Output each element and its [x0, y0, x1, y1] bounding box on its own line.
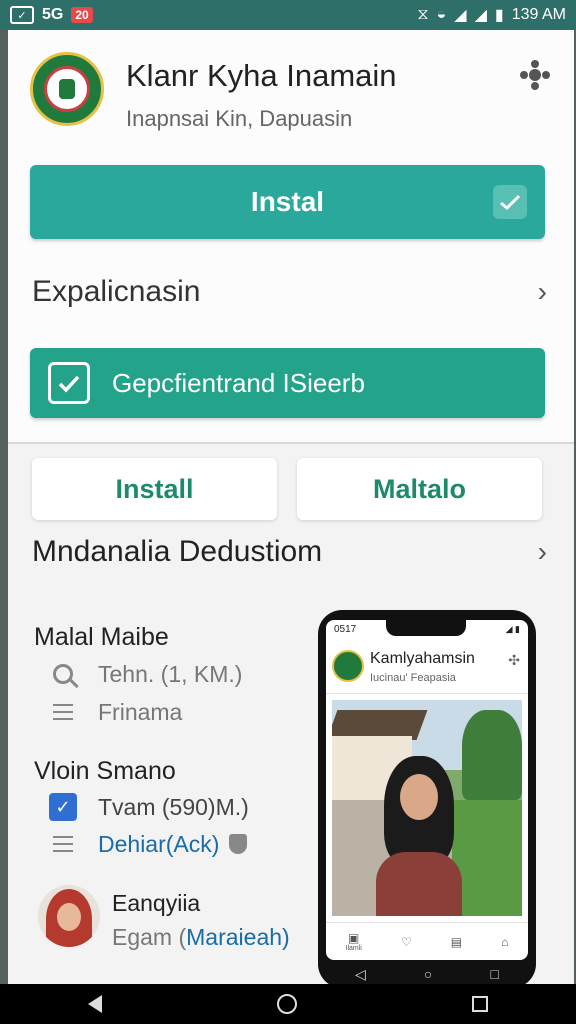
- device-bezel-left: [0, 30, 8, 984]
- profile-sub-prefix: Egam (: [112, 924, 187, 950]
- phone-home-icon: ○: [423, 966, 433, 982]
- check-icon: [493, 185, 527, 219]
- signal-icon: ◢: [454, 7, 467, 24]
- list-item-label: Frinama: [98, 698, 183, 725]
- home-icon[interactable]: [276, 994, 297, 1014]
- group2-heading: Vloin Smano: [34, 757, 176, 785]
- notification-badge: 20: [71, 7, 93, 23]
- notification-icon: ✓: [10, 6, 34, 24]
- app-header-card: Klanr Kyha Inamain Inapnsai Kin, Dapuasi…: [8, 30, 574, 442]
- phone-photo: [332, 700, 522, 916]
- checkbox-icon: [48, 362, 90, 404]
- phone-app-subtitle: Iucinau' Feapasia: [370, 672, 456, 684]
- list-item[interactable]: ✓ Tvam (590)M.): [48, 793, 249, 821]
- list-item[interactable]: Dehiar(Ack): [48, 830, 248, 858]
- phone-nav-trash-icon: ⌂: [501, 934, 509, 949]
- phone-recent-icon: □: [490, 966, 499, 982]
- app-title: Klanr Kyha Inamain: [126, 58, 397, 93]
- phone-app-logo: [332, 650, 364, 682]
- list-icon: [48, 698, 78, 726]
- profile-sub-link[interactable]: Maraieah): [186, 924, 290, 950]
- phone-nav-doc-icon: ▤: [450, 934, 463, 949]
- chevron-right-icon: ›: [537, 276, 547, 307]
- list-item[interactable]: Tehn. (1, KM.): [48, 660, 242, 688]
- section-title: Mndanalia Dedustiom: [32, 535, 323, 568]
- app-screen: Klanr Kyha Inamain Inapnsai Kin, Dapuasi…: [8, 30, 574, 984]
- phone-clock: 0517: [334, 623, 357, 635]
- list-item-label: Tehn. (1, KM.): [98, 660, 243, 687]
- app-logo: [30, 52, 104, 126]
- chevron-right-icon: ›: [537, 536, 547, 567]
- list-item-label: Tvam (590)M.): [98, 793, 249, 820]
- install-primary-button[interactable]: Instal: [30, 165, 545, 239]
- list-item[interactable]: Frinama: [48, 698, 182, 726]
- back-icon[interactable]: [87, 995, 102, 1013]
- search-icon: [48, 660, 78, 688]
- app-subtitle: Inapnsai Kin, Dapuasin: [126, 106, 353, 131]
- explanation-row[interactable]: Expalicnasin ›: [32, 262, 547, 322]
- phone-signal-icon: ◢ ▮: [505, 623, 520, 634]
- person-figure: [376, 756, 462, 916]
- wifi-icon: ◒: [436, 6, 447, 23]
- avatar[interactable]: [38, 885, 100, 947]
- install-button[interactable]: Install: [32, 458, 277, 520]
- logo-emblem-icon: [44, 66, 90, 112]
- app-header: Klanr Kyha Inamain Inapnsai Kin, Dapuasi…: [8, 30, 574, 162]
- profile-subtitle: Egam (Maraieah): [112, 924, 290, 951]
- profile-name: Eanqyiia: [112, 890, 201, 916]
- shield-icon: [229, 834, 248, 854]
- phone-preview-screen: 0517 ◢ ▮ Kamlyahamsin Iucinau' Feapasia …: [326, 620, 528, 960]
- phone-system-nav: ◁ ○ □: [326, 960, 528, 984]
- phone-nav-home-icon: ▣ Ilamli: [345, 931, 362, 952]
- phone-puzzle-icon: ✣: [508, 652, 520, 668]
- battery-icon: ▮: [494, 7, 504, 24]
- system-nav-bar: [0, 984, 576, 1024]
- phone-app-header: Kamlyahamsin Iucinau' Feapasia ✣: [326, 638, 528, 694]
- secondary-label: Maltalo: [372, 473, 466, 504]
- phone-nav-label: Ilamli: [345, 945, 362, 952]
- confirm-checkbox-button[interactable]: Gepcfientrand ISieerb: [30, 348, 545, 418]
- group1-heading: Malal Maibe: [34, 623, 169, 651]
- phone-back-icon: ◁: [355, 965, 366, 982]
- section-divider: [8, 442, 574, 444]
- phone-notch: [386, 620, 466, 636]
- confirm-label: Gepcfientrand ISieerb: [112, 367, 365, 398]
- phone-bottom-nav: ▣ Ilamli ♡ ▤ ⌂: [326, 922, 528, 960]
- signal-icon-2: ◢: [474, 7, 487, 24]
- list-item-link: Dehiar(Ack): [98, 830, 220, 857]
- phone-nav-heart-icon: ♡: [400, 934, 412, 949]
- vibrate-icon: ⧖: [417, 6, 429, 23]
- puzzle-icon[interactable]: [518, 58, 552, 92]
- install-label: Install: [115, 473, 194, 504]
- network-type: 5G: [42, 6, 64, 23]
- clock: 139 AM: [511, 6, 566, 23]
- status-bar: ✓ 5G 20 ⧖ ◒ ◢ ◢ ▮ 139 AM: [0, 0, 576, 30]
- list-icon: [48, 830, 78, 858]
- secondary-button[interactable]: Maltalo: [297, 458, 542, 520]
- checkbox-icon: ✓: [48, 793, 78, 821]
- phone-app-title: Kamlyahamsin: [370, 650, 475, 667]
- phone-preview: 0517 ◢ ▮ Kamlyahamsin Iucinau' Feapasia …: [318, 610, 536, 984]
- recent-apps-icon[interactable]: [472, 996, 489, 1012]
- install-primary-label: Instal: [250, 186, 325, 217]
- section-header-row[interactable]: Mndanalia Dedustiom ›: [32, 535, 547, 569]
- explanation-label: Expalicnasin: [32, 275, 201, 308]
